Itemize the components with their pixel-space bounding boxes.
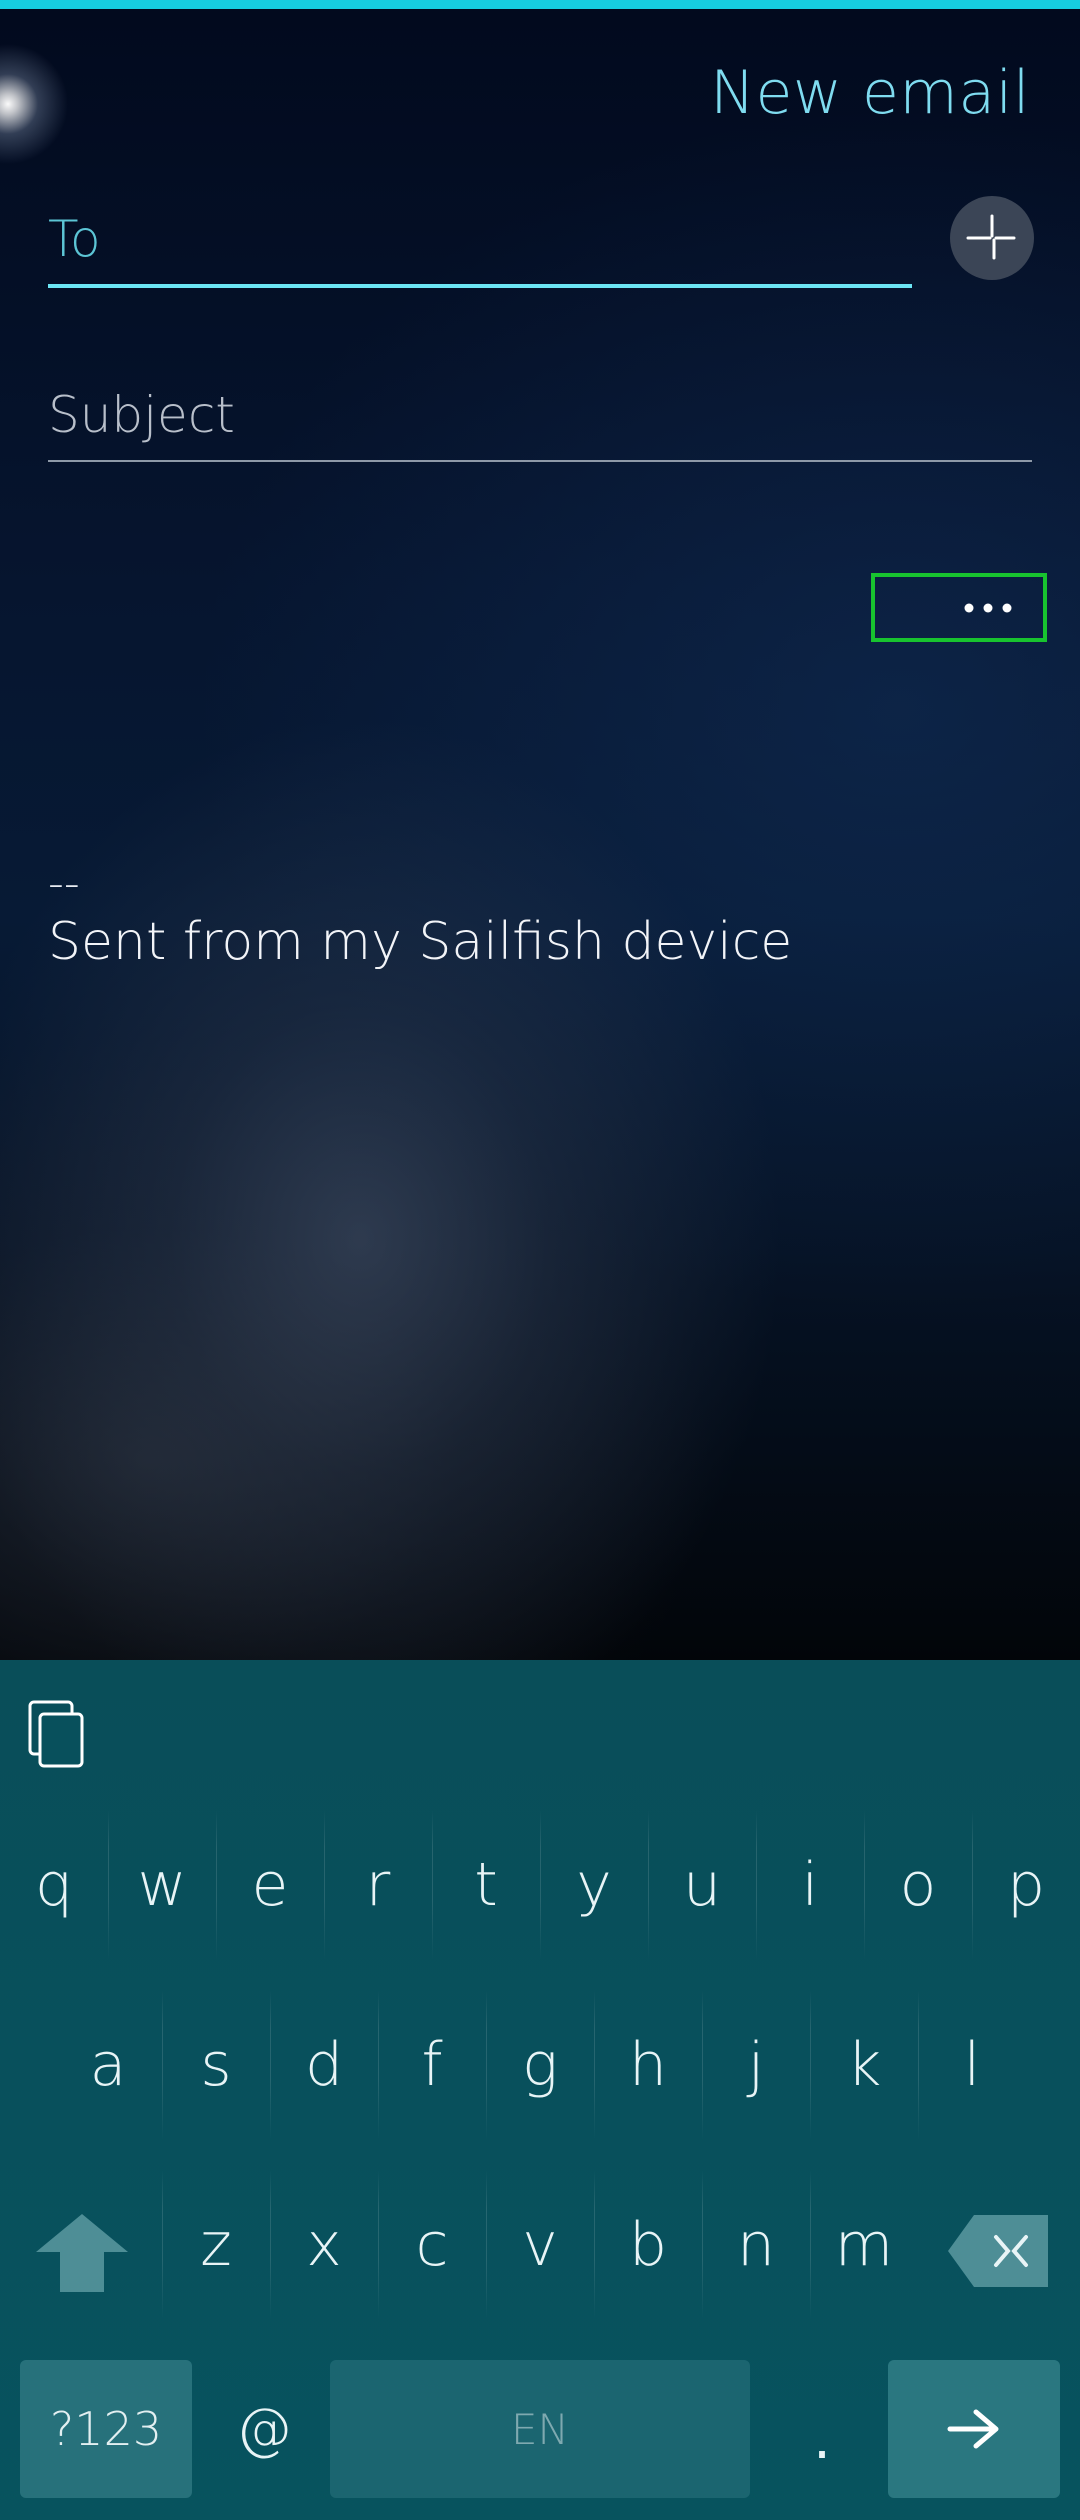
space-key[interactable]: EN [330, 2360, 750, 2498]
top-accent-strip [0, 0, 1080, 9]
page-title: New email [710, 58, 1030, 128]
backspace-icon [948, 2215, 1048, 2287]
clipboard-button[interactable] [26, 1698, 90, 1770]
key-n[interactable]: n [702, 2170, 810, 2320]
add-contact-icon [966, 214, 1016, 260]
subject-input[interactable] [48, 376, 1032, 454]
add-contact-button[interactable] [950, 196, 1034, 280]
key-i[interactable]: i [756, 1810, 864, 1960]
to-input[interactable] [48, 200, 912, 278]
key-e[interactable]: e [216, 1810, 324, 1960]
symbols-key[interactable]: ?123 [20, 2360, 192, 2498]
key-s[interactable]: s [162, 1990, 270, 2140]
key-c[interactable]: c [378, 2170, 486, 2320]
key-g[interactable]: g [486, 1990, 594, 2140]
key-l[interactable]: l [918, 1990, 1026, 2140]
key-k[interactable]: k [810, 1990, 918, 2140]
enter-key[interactable] [888, 2360, 1060, 2498]
at-key[interactable]: @ [210, 2360, 318, 2498]
key-j[interactable]: j [702, 1990, 810, 2140]
key-o[interactable]: o [864, 1810, 972, 1960]
key-w[interactable]: w [108, 1810, 216, 1960]
key-f[interactable]: f [378, 1990, 486, 2140]
ellipsis-icon [964, 603, 1012, 613]
signature-text: Sent from my Sailfish device [48, 912, 793, 972]
key-u[interactable]: u [648, 1810, 756, 1960]
key-d[interactable]: d [270, 1990, 378, 2140]
shift-key[interactable] [32, 2208, 132, 2298]
shift-arrow-icon [36, 2214, 128, 2292]
signature-separator: -- [48, 858, 80, 909]
to-field[interactable] [48, 200, 912, 288]
more-options-button[interactable] [871, 573, 1047, 642]
period-key[interactable]: . [762, 2360, 882, 2498]
key-t[interactable]: t [432, 1810, 540, 1960]
key-m[interactable]: m [810, 2170, 918, 2320]
key-r[interactable]: r [324, 1810, 432, 1960]
key-q[interactable]: q [0, 1810, 108, 1960]
virtual-keyboard: q w e r t y u i o p a s d f g h j k l z … [0, 1660, 1080, 2520]
subject-field[interactable] [48, 376, 1032, 462]
clipboard-icon [28, 1700, 84, 1768]
backspace-key[interactable] [944, 2213, 1052, 2289]
key-p[interactable]: p [972, 1810, 1080, 1960]
key-v[interactable]: v [486, 2170, 594, 2320]
key-y[interactable]: y [540, 1810, 648, 1960]
arrow-right-icon [947, 2409, 999, 2449]
key-b[interactable]: b [594, 2170, 702, 2320]
key-a[interactable]: a [54, 1990, 162, 2140]
key-h[interactable]: h [594, 1990, 702, 2140]
key-z[interactable]: z [162, 2170, 270, 2320]
key-x[interactable]: x [270, 2170, 378, 2320]
